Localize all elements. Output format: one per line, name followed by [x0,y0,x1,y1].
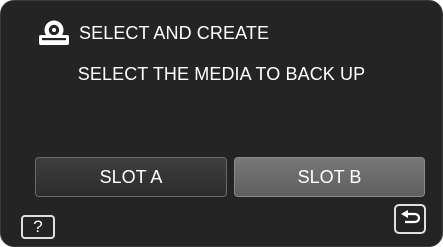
instruction-text: SELECT THE MEDIA TO BACK UP [77,64,366,84]
help-button[interactable]: ? [21,215,55,239]
backup-screen: SELECT AND CREATE SELECT THE MEDIA TO BA… [0,0,443,247]
slot-a-button[interactable]: SLOT A [35,157,227,197]
slot-a-label: SLOT A [99,166,163,187]
disc-drive-icon [39,20,69,45]
slot-b-label: SLOT B [297,166,362,187]
header: SELECT AND CREATE [37,19,269,47]
help-icon: ? [33,217,43,236]
slot-b-button[interactable]: SLOT B [234,157,425,197]
screen-title: SELECT AND CREATE [79,23,270,43]
back-button[interactable] [394,204,426,234]
return-arrow-icon [401,210,421,224]
